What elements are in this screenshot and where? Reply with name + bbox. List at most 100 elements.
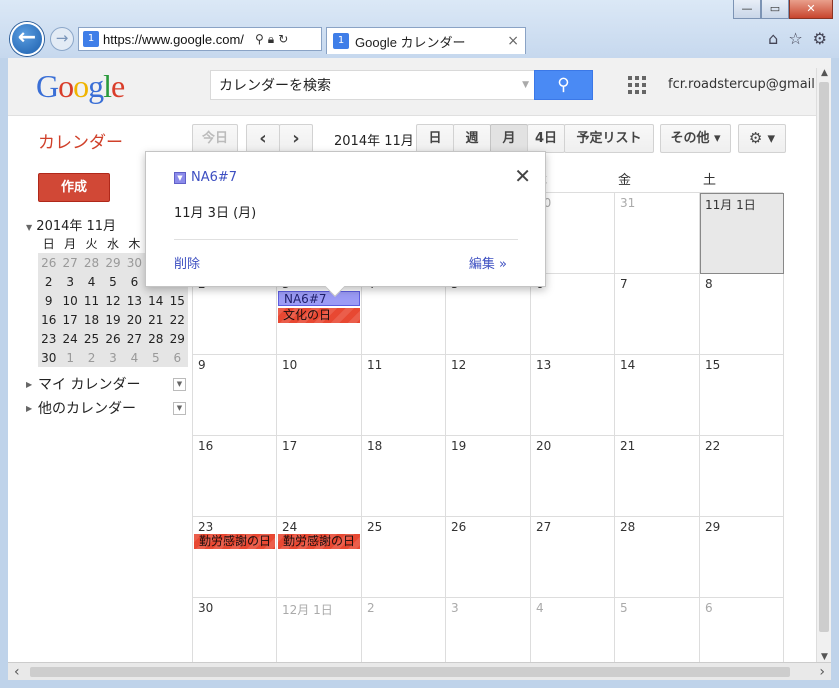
day-cell[interactable]: 9 bbox=[193, 355, 277, 436]
day-number[interactable]: 11 bbox=[362, 355, 445, 372]
dropdown-chevron-icon[interactable]: ▼ bbox=[173, 401, 186, 415]
day-cell[interactable]: 11月 1日 bbox=[700, 193, 784, 274]
address-bar[interactable]: 1 https://www.google.com/ ⚲ 🔒︎ ↻ bbox=[78, 27, 322, 51]
mini-day[interactable]: 20 bbox=[123, 310, 146, 329]
day-number[interactable]: 17 bbox=[277, 436, 361, 453]
more-button[interactable]: その他 ▾ bbox=[660, 124, 731, 153]
day-cell[interactable]: 17 bbox=[277, 436, 362, 517]
day-cell[interactable]: 25 bbox=[362, 517, 446, 598]
edit-link[interactable]: 編集 » bbox=[469, 253, 507, 272]
day-number[interactable]: 14 bbox=[615, 355, 699, 372]
dropdown-chevron-icon[interactable]: ▼ bbox=[173, 377, 186, 391]
day-cell[interactable]: 4 bbox=[531, 598, 615, 662]
mini-day[interactable]: 24 bbox=[59, 329, 81, 348]
mini-day[interactable]: 25 bbox=[80, 329, 103, 348]
event-chip[interactable]: 勤労感謝の日 bbox=[194, 534, 275, 549]
view-week-button[interactable]: 週 bbox=[453, 124, 491, 153]
mini-day[interactable]: 29 bbox=[166, 329, 188, 348]
mini-day[interactable]: 4 bbox=[80, 272, 103, 291]
expand-triangle-icon[interactable]: ▶ bbox=[26, 404, 38, 413]
day-cell[interactable]: 7 bbox=[615, 274, 700, 355]
mini-day[interactable]: 19 bbox=[102, 310, 124, 329]
day-number[interactable]: 26 bbox=[446, 517, 530, 534]
day-cell[interactable]: 22 bbox=[700, 436, 784, 517]
day-number[interactable]: 30 bbox=[193, 598, 276, 615]
day-cell[interactable]: 5 bbox=[615, 598, 700, 662]
calendar-color-icon[interactable]: ▼ bbox=[174, 171, 186, 184]
scroll-right-icon[interactable]: › bbox=[819, 663, 825, 681]
minimize-button[interactable]: — bbox=[733, 0, 761, 19]
day-number[interactable]: 6 bbox=[700, 598, 783, 615]
scroll-down-icon[interactable]: ▼ bbox=[817, 652, 831, 662]
scroll-up-icon[interactable]: ▲ bbox=[817, 68, 831, 78]
maximize-button[interactable]: ▭ bbox=[761, 0, 789, 19]
day-number[interactable]: 28 bbox=[615, 517, 699, 534]
view-day-button[interactable]: 日 bbox=[416, 124, 454, 153]
mini-day[interactable]: 14 bbox=[145, 291, 167, 310]
day-number[interactable]: 31 bbox=[615, 193, 699, 210]
mini-day[interactable]: 30 bbox=[38, 348, 60, 367]
address-url[interactable]: https://www.google.com/ bbox=[103, 32, 251, 47]
day-cell[interactable]: 31 bbox=[615, 193, 700, 274]
day-number[interactable]: 27 bbox=[531, 517, 614, 534]
day-number[interactable]: 5 bbox=[615, 598, 699, 615]
day-cell[interactable]: 15 bbox=[700, 355, 784, 436]
popup-title[interactable]: ▼ NA6#7 bbox=[174, 170, 237, 185]
scroll-left-icon[interactable]: ‹ bbox=[14, 663, 20, 681]
close-window-button[interactable]: ✕ bbox=[789, 0, 833, 19]
collapse-triangle-icon[interactable]: ▼ bbox=[26, 223, 32, 232]
mini-day[interactable]: 6 bbox=[123, 272, 146, 291]
day-number[interactable]: 20 bbox=[531, 436, 614, 453]
mini-day[interactable]: 12 bbox=[102, 291, 124, 310]
day-number[interactable]: 12月 1日 bbox=[277, 598, 361, 618]
day-cell[interactable]: 8 bbox=[700, 274, 784, 355]
mini-day[interactable]: 4 bbox=[123, 348, 146, 367]
day-cell[interactable]: 28 bbox=[615, 517, 700, 598]
view-month-button[interactable]: 月 bbox=[490, 124, 528, 153]
day-cell[interactable]: 21 bbox=[615, 436, 700, 517]
day-number[interactable]: 24 bbox=[277, 517, 361, 534]
day-number[interactable]: 7 bbox=[615, 274, 699, 291]
mini-day[interactable]: 18 bbox=[80, 310, 103, 329]
day-number[interactable]: 9 bbox=[193, 355, 276, 372]
mini-day[interactable]: 17 bbox=[59, 310, 81, 329]
home-icon[interactable]: ⌂ bbox=[768, 29, 778, 48]
search-icon[interactable]: ⚲ bbox=[255, 32, 264, 47]
tab-close-icon[interactable]: × bbox=[507, 33, 525, 49]
other-calendars-section[interactable]: ▶ 他のカレンダー ▼ bbox=[26, 398, 186, 418]
forward-arrow-icon[interactable]: → bbox=[50, 27, 74, 51]
day-number[interactable]: 12 bbox=[446, 355, 530, 372]
mini-day[interactable]: 5 bbox=[145, 348, 167, 367]
apps-grid-icon[interactable] bbox=[628, 76, 646, 94]
mini-day[interactable]: 27 bbox=[59, 253, 81, 272]
other-calendars-label[interactable]: 他のカレンダー bbox=[38, 398, 173, 418]
mini-day[interactable]: 28 bbox=[145, 329, 167, 348]
prev-button[interactable]: ‹ bbox=[246, 124, 280, 153]
mini-day[interactable]: 2 bbox=[38, 272, 60, 291]
view-4days-button[interactable]: 4日 bbox=[527, 124, 565, 153]
close-icon[interactable]: ✕ bbox=[514, 164, 531, 188]
day-cell[interactable]: 30 bbox=[193, 598, 277, 662]
day-cell[interactable]: 12 bbox=[446, 355, 531, 436]
browser-tab[interactable]: 1 Google カレンダー × bbox=[326, 27, 526, 54]
mini-day[interactable]: 10 bbox=[59, 291, 81, 310]
next-button[interactable]: › bbox=[279, 124, 313, 153]
mini-day[interactable]: 11 bbox=[80, 291, 103, 310]
mini-day[interactable]: 28 bbox=[80, 253, 103, 272]
day-cell[interactable]: 18 bbox=[362, 436, 446, 517]
settings-gear-icon[interactable]: ⚙ ▾ bbox=[738, 124, 786, 153]
day-number[interactable]: 19 bbox=[446, 436, 530, 453]
view-agenda-button[interactable]: 予定リスト bbox=[564, 124, 654, 153]
refresh-icon[interactable]: ↻ bbox=[278, 32, 288, 47]
mini-day[interactable]: 30 bbox=[123, 253, 146, 272]
day-number[interactable]: 25 bbox=[362, 517, 445, 534]
day-number[interactable]: 8 bbox=[700, 274, 783, 291]
lock-icon[interactable]: 🔒︎ bbox=[268, 32, 274, 47]
day-number[interactable]: 11月 1日 bbox=[700, 193, 783, 213]
day-cell[interactable]: 14 bbox=[615, 355, 700, 436]
popup-event-title[interactable]: NA6#7 bbox=[191, 170, 237, 185]
today-button[interactable]: 今日 bbox=[192, 124, 238, 153]
day-number[interactable]: 16 bbox=[193, 436, 276, 453]
back-arrow-icon[interactable]: ← bbox=[10, 22, 44, 56]
mini-day[interactable]: 15 bbox=[166, 291, 188, 310]
